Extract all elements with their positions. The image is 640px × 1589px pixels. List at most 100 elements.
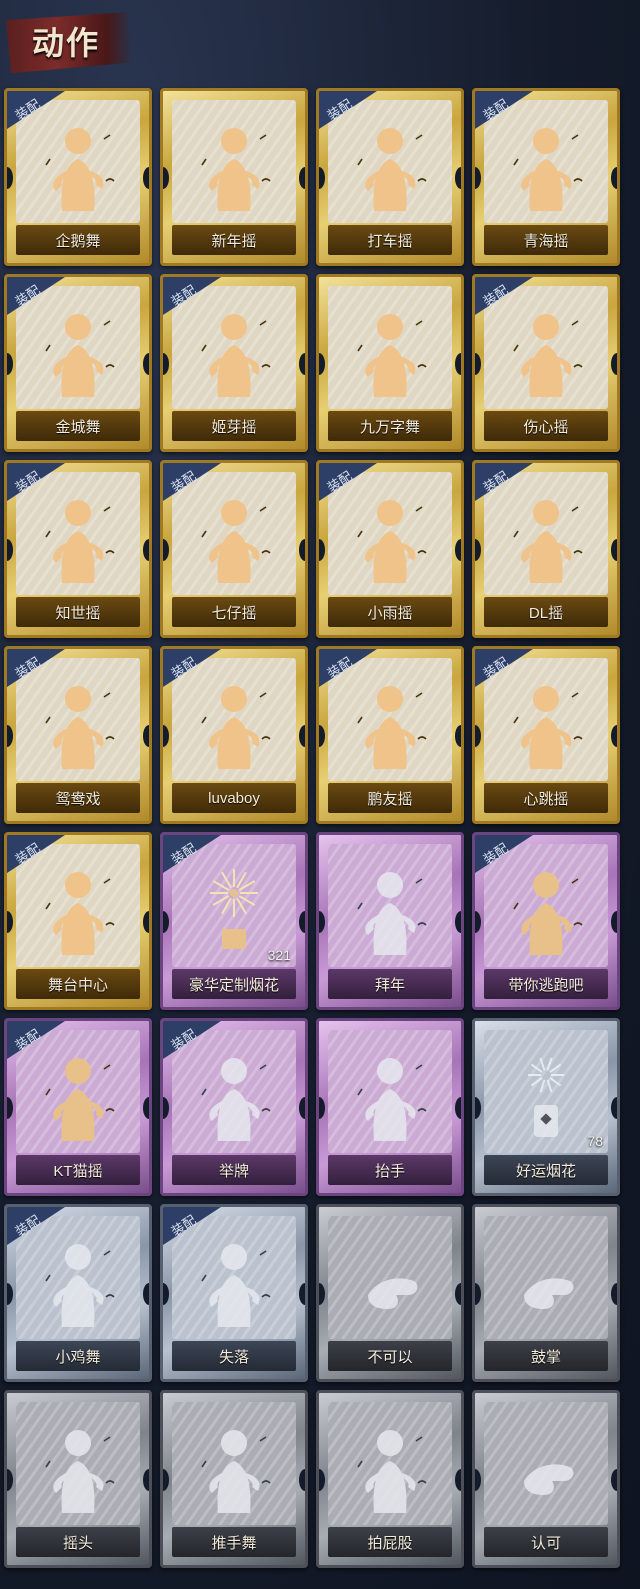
card-label-bar: DL摇 — [484, 597, 608, 627]
emote-name: 姬芽摇 — [211, 418, 257, 436]
emote-card[interactable]: 装配 luvaboy — [160, 646, 308, 824]
dance-figure-icon — [357, 314, 427, 397]
emote-card[interactable]: 装配 321 豪华定制烟花 — [160, 832, 308, 1010]
item-count: 321 — [267, 947, 291, 963]
emote-card[interactable]: 装配 姬芽摇 — [160, 274, 308, 452]
emote-name: 小鸡舞 — [55, 1348, 101, 1366]
emote-card[interactable]: 装配 金城舞 — [4, 274, 152, 452]
dance-figure-icon — [513, 500, 583, 583]
emote-name: 抬手 — [374, 1162, 405, 1180]
card-label-bar: 举牌 — [172, 1155, 296, 1185]
emote-name: 豪华定制烟花 — [188, 976, 279, 994]
dance-figure-icon — [201, 314, 271, 397]
emote-card[interactable]: 推手舞 — [160, 1390, 308, 1568]
dance-figure-icon — [201, 128, 271, 211]
emote-card[interactable]: 装配 七仔摇 — [160, 460, 308, 638]
emote-card[interactable]: 装配 鸳鸯戏 — [4, 646, 152, 824]
emote-card[interactable]: 装配 KT猫摇 — [4, 1018, 152, 1196]
card-label-bar: 舞台中心 — [16, 969, 140, 999]
emote-card[interactable]: 九万字舞 — [316, 274, 464, 452]
emote-name: 心跳摇 — [523, 790, 569, 808]
card-label-bar: 七仔摇 — [172, 597, 296, 627]
emote-name: 好运烟花 — [515, 1162, 576, 1180]
emote-card[interactable]: 摇头 — [4, 1390, 152, 1568]
emote-card[interactable]: 拜年 — [316, 832, 464, 1010]
emote-grid: 装配 企鹅舞 新年摇 装配 打车摇 装配 青海摇 装配 金城舞 装配 姬芽摇 九万字舞 装… — [4, 88, 620, 1568]
dance-figure-icon — [45, 686, 115, 769]
card-label-bar: 不可以 — [328, 1341, 452, 1371]
card-label-bar: 企鹅舞 — [16, 225, 140, 255]
dance-figure-icon — [45, 314, 115, 397]
emote-card[interactable]: 装配 舞台中心 — [4, 832, 152, 1010]
card-label-bar: 认可 — [484, 1527, 608, 1557]
card-label-bar: 青海摇 — [484, 225, 608, 255]
emote-card[interactable]: 装配 知世摇 — [4, 460, 152, 638]
emote-card[interactable]: 拍屁股 — [316, 1390, 464, 1568]
emote-name: 拜年 — [374, 976, 405, 994]
dance-figure-icon — [201, 500, 271, 583]
fireworks-icon — [210, 869, 258, 949]
emote-card[interactable]: 装配 失落 — [160, 1204, 308, 1382]
card-label-bar: luvaboy — [172, 783, 296, 813]
emote-card[interactable]: 认可 — [472, 1390, 620, 1568]
emote-card[interactable]: 装配 青海摇 — [472, 88, 620, 266]
shake-head-icon — [45, 1430, 115, 1513]
emote-card[interactable]: 装配 小鸡舞 — [4, 1204, 152, 1382]
emote-card[interactable]: 装配 打车摇 — [316, 88, 464, 266]
card-label-bar: 新年摇 — [172, 225, 296, 255]
dance-figure-icon — [513, 872, 583, 955]
emote-card[interactable]: 新年摇 — [160, 88, 308, 266]
dance-figure-icon — [45, 500, 115, 583]
emote-name: 摇头 — [62, 1534, 93, 1552]
emote-name: 鼓掌 — [530, 1348, 561, 1366]
emote-name: 九万字舞 — [359, 418, 420, 436]
card-label-bar: 拍屁股 — [328, 1527, 452, 1557]
emote-name: 鹏友摇 — [367, 790, 413, 808]
emote-name: 七仔摇 — [211, 604, 257, 622]
emote-card[interactable]: 装配 鹏友摇 — [316, 646, 464, 824]
card-label-bar: 金城舞 — [16, 411, 140, 441]
emote-name: 小雨摇 — [367, 604, 413, 622]
emote-name: 推手舞 — [211, 1534, 257, 1552]
emote-name: 带你逃跑吧 — [508, 976, 584, 994]
emote-card[interactable]: 装配 DL摇 — [472, 460, 620, 638]
heart-hands-icon — [513, 314, 583, 397]
emote-card[interactable]: 装配 企鹅舞 — [4, 88, 152, 266]
emote-name: 企鹅舞 — [55, 232, 101, 250]
card-label-bar: 知世摇 — [16, 597, 140, 627]
card-label-bar: 九万字舞 — [328, 411, 452, 441]
emote-card[interactable]: 鼓掌 — [472, 1204, 620, 1382]
card-label-bar: 鼓掌 — [484, 1341, 608, 1371]
clap-hands-icon — [524, 1278, 574, 1309]
card-label-bar: 姬芽摇 — [172, 411, 296, 441]
emote-card[interactable]: 不可以 — [316, 1204, 464, 1382]
finger-wag-icon — [368, 1278, 418, 1309]
emote-card[interactable]: 装配 举牌 — [160, 1018, 308, 1196]
emote-card[interactable]: 装配 小雨摇 — [316, 460, 464, 638]
card-label-bar: 心跳摇 — [484, 783, 608, 813]
emote-card[interactable]: 抬手 — [316, 1018, 464, 1196]
item-count: 78 — [587, 1133, 603, 1149]
card-label-bar: 小雨摇 — [328, 597, 452, 627]
emote-card[interactable]: 装配 带你逃跑吧 — [472, 832, 620, 1010]
card-label-bar: 伤心摇 — [484, 411, 608, 441]
bow-figure-icon — [357, 872, 427, 955]
emote-card[interactable]: 78 好运烟花 — [472, 1018, 620, 1196]
chicken-dance-icon — [45, 1244, 115, 1327]
card-label-bar: 鸳鸯戏 — [16, 783, 140, 813]
emote-name: luvaboy — [208, 789, 260, 807]
emote-name: 认可 — [530, 1534, 561, 1552]
card-label-bar: 豪华定制烟花 — [172, 969, 296, 999]
raise-hand-icon — [357, 1058, 427, 1141]
dance-figure-icon — [45, 128, 115, 211]
card-label-bar: 摇头 — [16, 1527, 140, 1557]
card-label-bar: KT猫摇 — [16, 1155, 140, 1185]
card-label-bar: 抬手 — [328, 1155, 452, 1185]
emote-name: 举牌 — [218, 1162, 249, 1180]
emote-name: 金城舞 — [55, 418, 101, 436]
card-label-bar: 好运烟花 — [484, 1155, 608, 1185]
card-label-bar: 小鸡舞 — [16, 1341, 140, 1371]
dance-figure-icon — [513, 128, 583, 211]
emote-card[interactable]: 装配 伤心摇 — [472, 274, 620, 452]
emote-card[interactable]: 装配 心跳摇 — [472, 646, 620, 824]
